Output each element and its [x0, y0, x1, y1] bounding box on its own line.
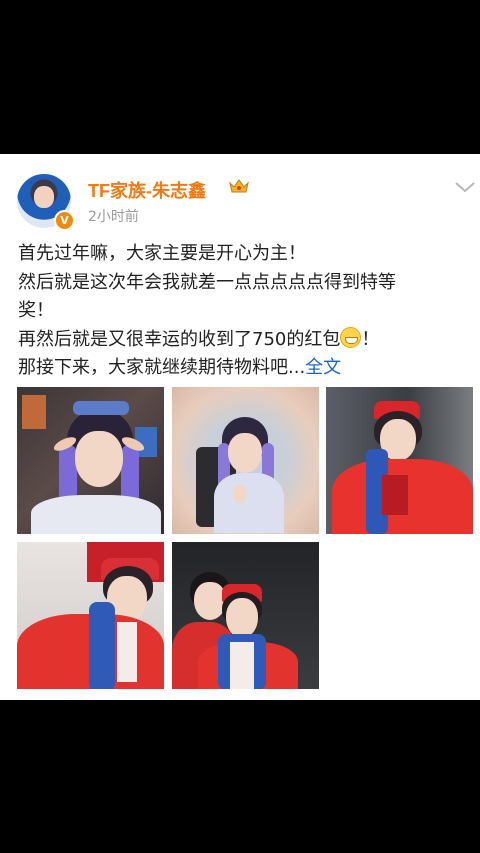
post-text: 首先过年嘛，大家主要是开心为主！ 然后就是这次年会我就差一点点点点点得到特等 奖…	[18, 240, 470, 383]
post-line-5-text: 那接下来，大家就继续期待物料吧...	[18, 357, 306, 378]
photo-thumbnail-2[interactable]	[172, 387, 319, 534]
post-line-5: 那接下来，大家就继续期待物料吧...全文	[18, 354, 470, 383]
post-card: V TF家族-朱志鑫 2小时前 首先过年嘛，大家主要是开心为主！ 然后就是这次年…	[0, 154, 480, 700]
post-line-3: 奖！	[18, 300, 54, 321]
photo-thumbnail-3[interactable]	[326, 387, 473, 534]
grin-emoji-icon	[340, 326, 362, 348]
post-line-4-tail: ！	[361, 328, 380, 350]
expand-full-text-link[interactable]: 全文	[305, 357, 341, 378]
photo-thumbnail-1[interactable]	[17, 387, 164, 534]
crown-icon	[229, 179, 249, 193]
post-line-2: 然后就是这次年会我就差一点点点点点得到特等	[18, 271, 396, 293]
photo-thumbnail-5[interactable]	[172, 542, 319, 689]
verified-badge: V	[54, 210, 75, 231]
post-line-4-text: 再然后就是又很幸运的收到了750的红包	[18, 328, 341, 350]
avatar-face	[34, 186, 54, 208]
author-name[interactable]: TF家族-朱志鑫	[88, 177, 206, 203]
photo-grid	[17, 387, 474, 689]
post-line-4: 再然后就是又很幸运的收到了750的红包 ！	[18, 326, 470, 355]
post-time: 2小时前	[88, 209, 139, 225]
chevron-down-icon[interactable]	[454, 180, 476, 194]
post-line-1: 首先过年嘛，大家主要是开心为主！	[18, 243, 306, 264]
photo-thumbnail-4[interactable]	[17, 542, 164, 689]
